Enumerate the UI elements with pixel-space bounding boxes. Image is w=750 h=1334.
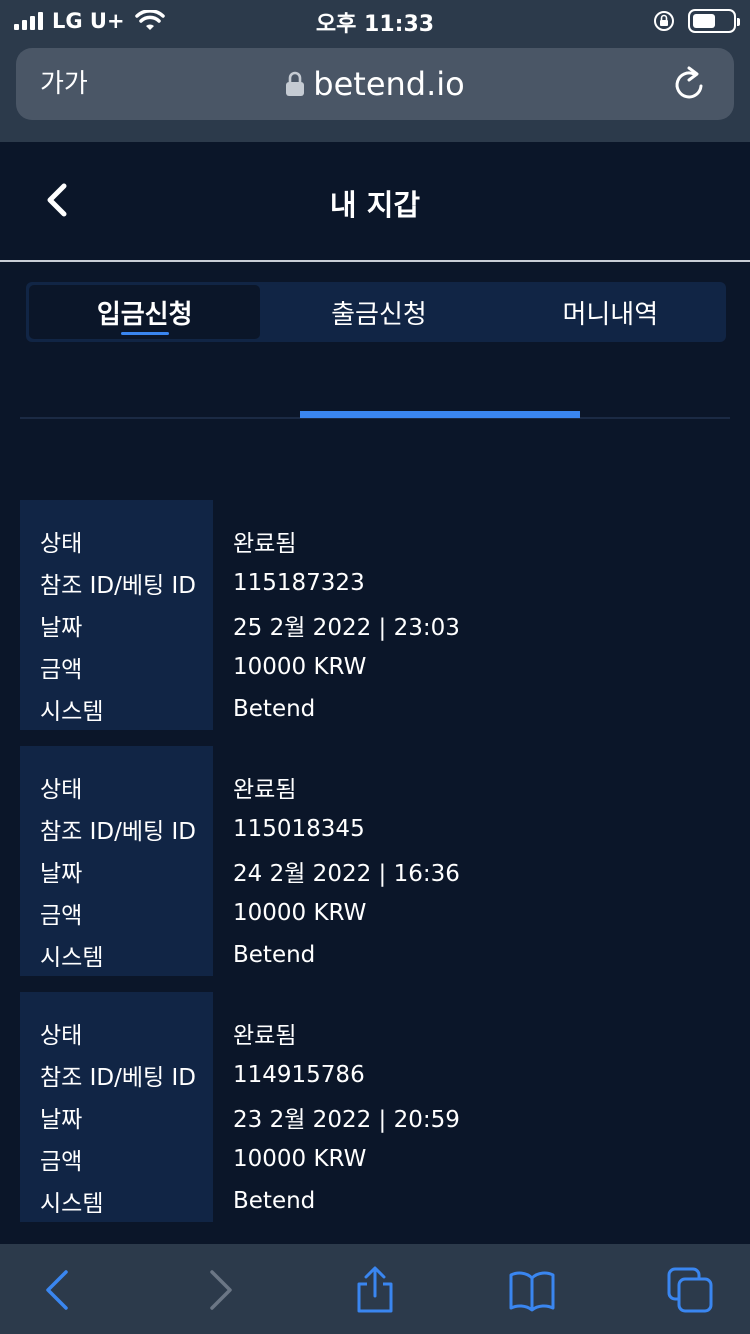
header-divider xyxy=(0,260,750,262)
record-row-status: 상태 완료됨 xyxy=(20,520,730,562)
row-label: 참조 ID/베팅 ID xyxy=(40,573,196,599)
tab-label: 입금신청 xyxy=(96,299,193,330)
browser-toolbar xyxy=(0,1244,750,1334)
tab-money-history[interactable]: 머니내역 xyxy=(495,282,726,342)
row-label: 상태 xyxy=(40,1023,83,1049)
browser-forward-icon[interactable] xyxy=(196,1266,244,1314)
transaction-record: 상태 완료됨 참조 ID/베팅 ID 115187323 날짜 25 2월 2022 … xyxy=(20,500,730,730)
record-row-system: 시스템 Betend xyxy=(20,688,730,730)
record-row-system: 시스템 Betend xyxy=(20,1180,730,1222)
row-value: 완료됨 xyxy=(233,1023,297,1049)
tab-label: 머니내역 xyxy=(562,299,659,330)
row-value: 115187323 xyxy=(233,570,365,596)
row-label: 날짜 xyxy=(40,861,83,887)
tab-label: 출금신청 xyxy=(331,299,427,330)
section-indicator-bar xyxy=(300,411,580,418)
tab-withdraw-request[interactable]: 출금신청 xyxy=(263,282,494,342)
record-row-amount: 금액 10000 KRW xyxy=(20,892,730,934)
record-row-amount: 금액 10000 KRW xyxy=(20,646,730,688)
record-row-reference-id: 참조 ID/베팅 ID 114915786 xyxy=(20,1054,730,1096)
row-label: 금액 xyxy=(40,1149,83,1175)
row-value: 10000 KRW xyxy=(233,1146,367,1172)
row-label: 참조 ID/베팅 ID xyxy=(40,819,196,845)
share-icon[interactable] xyxy=(351,1266,399,1314)
row-value: 24 2월 2022 | 16:36 xyxy=(233,861,460,887)
address-bar[interactable]: 가가 betend.io xyxy=(16,48,734,120)
bookmarks-icon[interactable] xyxy=(508,1266,556,1314)
active-tab-indicator xyxy=(120,332,169,335)
row-label: 시스템 xyxy=(40,945,104,971)
tabs-icon[interactable] xyxy=(666,1266,714,1314)
row-value: 10000 KRW xyxy=(233,900,367,926)
tab-deposit-request[interactable]: 입금신청 xyxy=(29,285,261,339)
page-title: 내 지갑 xyxy=(329,188,421,222)
orientation-lock-icon xyxy=(654,11,674,31)
status-bar: LG U+ 오후 11:33 xyxy=(0,0,750,40)
record-row-date: 날짜 23 2월 2022 | 20:59 xyxy=(20,1096,730,1138)
row-value: 10000 KRW xyxy=(233,654,367,680)
wallet-tabs: 입금신청 출금신청 머니내역 xyxy=(26,282,726,342)
row-value: 114915786 xyxy=(233,1062,365,1088)
record-row-date: 날짜 24 2월 2022 | 16:36 xyxy=(20,850,730,892)
row-value: 115018345 xyxy=(233,816,365,842)
row-label: 참조 ID/베팅 ID xyxy=(40,1065,196,1091)
page-header: 내 지갑 xyxy=(0,142,750,260)
lock-icon xyxy=(286,71,305,96)
row-label: 시스템 xyxy=(40,699,104,725)
record-row-status: 상태 완료됨 xyxy=(20,766,730,808)
row-value: Betend xyxy=(233,942,316,968)
row-label: 금액 xyxy=(40,657,83,683)
url-wrap: betend.io xyxy=(16,48,734,120)
record-row-status: 상태 완료됨 xyxy=(20,1012,730,1054)
row-value: 완료됨 xyxy=(233,531,297,557)
record-row-reference-id: 참조 ID/베팅 ID 115018345 xyxy=(20,808,730,850)
transaction-record: 상태 완료됨 참조 ID/베팅 ID 114915786 날짜 23 2월 2022 … xyxy=(20,992,730,1222)
row-value: 25 2월 2022 | 23:03 xyxy=(233,615,460,641)
reload-icon[interactable] xyxy=(670,64,708,104)
status-time: 오후 11:33 xyxy=(315,12,435,37)
browser-back-icon[interactable] xyxy=(34,1266,82,1314)
row-value: Betend xyxy=(233,696,316,722)
row-label: 날짜 xyxy=(40,615,83,641)
screen: LG U+ 오후 11:33 가가 betend.io 내 지갑 입금신청 출금… xyxy=(0,0,750,1334)
record-row-date: 날짜 25 2월 2022 | 23:03 xyxy=(20,604,730,646)
row-label: 상태 xyxy=(40,777,83,803)
record-row-reference-id: 참조 ID/베팅 ID 115187323 xyxy=(20,562,730,604)
row-value: Betend xyxy=(233,1188,316,1214)
row-value: 완료됨 xyxy=(233,777,297,803)
transaction-record: 상태 완료됨 참조 ID/베팅 ID 115018345 날짜 24 2월 2022 … xyxy=(20,746,730,976)
row-label: 상태 xyxy=(40,531,83,557)
transaction-list: 상태 완료됨 참조 ID/베팅 ID 115187323 날짜 25 2월 2022 … xyxy=(20,500,730,1238)
row-label: 시스템 xyxy=(40,1191,104,1217)
battery-icon xyxy=(688,9,740,33)
row-label: 금액 xyxy=(40,903,83,929)
browser-bar: 가가 betend.io xyxy=(0,40,750,142)
row-value: 23 2월 2022 | 20:59 xyxy=(233,1107,460,1133)
row-label: 날짜 xyxy=(40,1107,83,1133)
record-row-system: 시스템 Betend xyxy=(20,934,730,976)
url-text: betend.io xyxy=(313,65,465,103)
record-row-amount: 금액 10000 KRW xyxy=(20,1138,730,1180)
status-right xyxy=(652,6,740,36)
